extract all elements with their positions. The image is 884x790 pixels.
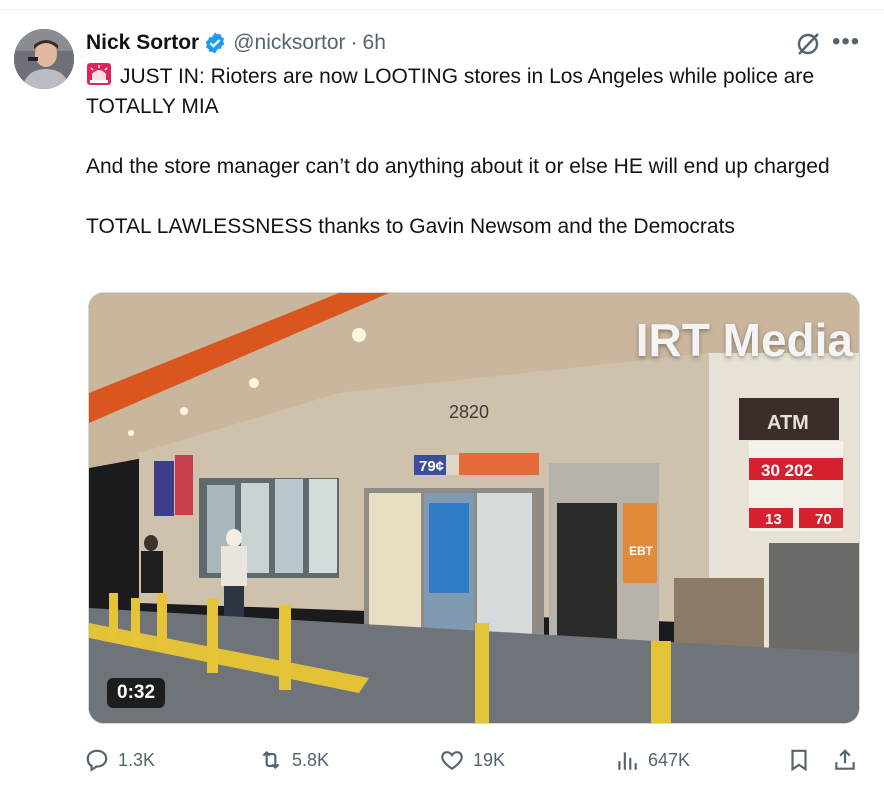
reply-icon [86,749,108,772]
verified-badge-icon [205,32,225,54]
tweet-text: JUST IN: Rioters are now LOOTING stores … [86,62,846,272]
repost-button[interactable]: 5.8K [258,744,329,776]
more-icon[interactable]: ••• [832,28,860,56]
repost-count: 5.8K [292,749,330,770]
like-count: 19K [473,749,506,770]
video-duration: 0:32 [107,678,166,708]
video-player[interactable]: 79¢ 2820 ATM 30 202 13 70 EBT IRT Media … [88,292,860,724]
views-icon [618,752,637,770]
gas-price-2: 13 [765,511,782,528]
tweet-line-3: TOTAL LAWLESSNESS thanks to Gavin Newsom… [86,215,735,238]
heart-icon [441,751,463,770]
share-icon [835,749,855,770]
like-button[interactable]: 19K [439,744,505,776]
tweet-paragraph-1: JUST IN: Rioters are now LOOTING stores … [86,62,846,122]
gas-price-1: 30 202 [761,461,813,480]
bookmark-icon [791,749,807,772]
reply-count: 1.3K [118,749,156,770]
avatar-photo [14,29,74,89]
tweet-header: Nick Sortor @nicksortor · 6h [86,30,386,56]
views-button[interactable]: 647K [614,744,690,776]
author-name[interactable]: Nick Sortor [86,31,199,55]
store-address: 2820 [449,402,489,422]
separator-dot: · [350,31,358,54]
video-watermark: IRT Media [635,314,853,366]
share-button[interactable] [832,744,858,776]
action-bar: 1.3K 5.8K 19K 647K [84,744,864,776]
tweet-line-2: And the store manager can’t do anything … [86,155,830,178]
avatar[interactable] [14,29,74,89]
top-divider [0,9,884,10]
siren-emoji-icon [87,63,111,85]
author-handle[interactable]: @nicksortor [233,31,345,55]
tweet-line-1: JUST IN: Rioters are now LOOTING stores … [86,65,815,118]
atm-sign: ATM [767,412,809,434]
timestamp[interactable]: 6h [363,31,386,55]
ebt-sign: EBT [629,544,654,558]
price-sign: 79¢ [419,458,444,475]
grok-icon[interactable] [794,30,822,58]
gas-price-3: 70 [815,511,832,528]
reply-button[interactable]: 1.3K [84,744,155,776]
repost-icon [262,750,280,770]
views-count: 647K [648,749,691,770]
bookmark-button[interactable] [786,744,812,776]
